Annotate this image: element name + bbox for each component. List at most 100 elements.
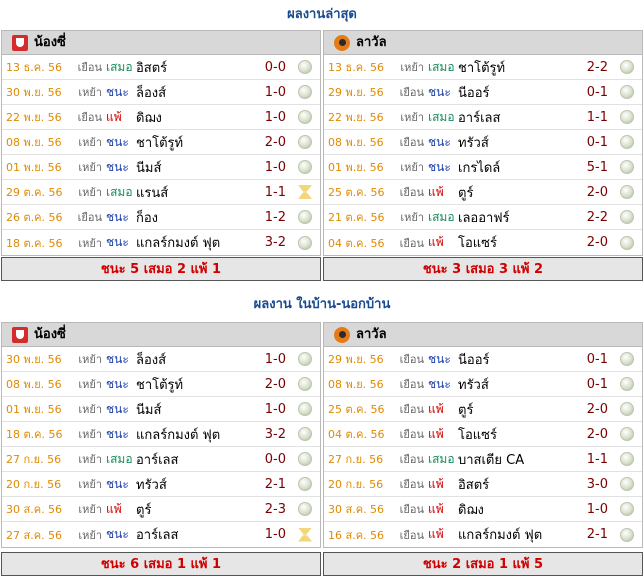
opponent-name[interactable]: นีมส์ (136, 399, 252, 420)
ball-icon[interactable] (620, 210, 634, 224)
match-score[interactable]: 2-0 (252, 135, 298, 150)
team-name[interactable]: น้องซี่ (34, 323, 66, 347)
opponent-name[interactable]: อาร์เลส (136, 449, 252, 470)
ball-icon[interactable] (298, 85, 312, 99)
match-score[interactable]: 3-2 (252, 427, 298, 442)
ball-icon[interactable] (620, 110, 634, 124)
opponent-name[interactable]: อาร์เลส (136, 524, 252, 545)
ball-icon[interactable] (620, 402, 634, 416)
ball-icon[interactable] (620, 377, 634, 391)
match-score[interactable]: 0-1 (574, 352, 620, 367)
ball-icon[interactable] (298, 160, 312, 174)
ball-icon[interactable] (620, 527, 634, 542)
opponent-name[interactable]: แกลร์กมงต์ ฟุต (458, 524, 574, 545)
ball-icon[interactable] (620, 235, 634, 250)
ball-icon[interactable] (620, 352, 634, 366)
ball-icon[interactable] (620, 502, 634, 516)
team-name[interactable]: ลาวัล (356, 323, 387, 347)
match-score[interactable]: 5-1 (574, 160, 620, 175)
opponent-name[interactable]: ตูร์ (136, 499, 252, 520)
ball-icon[interactable] (620, 135, 634, 149)
opponent-name[interactable]: นีมส์ (136, 157, 252, 178)
ball-icon[interactable] (620, 160, 634, 174)
opponent-name[interactable]: ดิฌง (458, 499, 574, 520)
opponent-name[interactable]: นีออร์ (458, 349, 574, 370)
match-score[interactable]: 2-0 (574, 185, 620, 200)
match-score[interactable]: 1-0 (252, 160, 298, 175)
opponent-name[interactable]: โอแซร์ (458, 424, 574, 445)
opponent-name[interactable]: ทรัวส์ (136, 474, 252, 495)
match-score[interactable]: 1-1 (574, 110, 620, 125)
match-score[interactable]: 2-2 (574, 60, 620, 75)
opponent-name[interactable]: บาสเตีย CA (458, 449, 574, 470)
match-score[interactable]: 0-0 (252, 60, 298, 75)
opponent-name[interactable]: ชาโต้รูท์ (136, 132, 252, 153)
ball-icon[interactable] (298, 502, 312, 516)
hourglass-icon[interactable] (298, 185, 312, 199)
team-name[interactable]: น้องซี่ (34, 31, 66, 55)
opponent-name[interactable]: ล็องส์ (136, 349, 252, 370)
match-score[interactable]: 2-3 (252, 502, 298, 517)
opponent-name[interactable]: แกลร์กมงต์ ฟุต (136, 424, 252, 445)
opponent-name[interactable]: ทรัวส์ (458, 132, 574, 153)
match-score[interactable]: 1-0 (252, 110, 298, 125)
opponent-name[interactable]: อิสตร์ (458, 474, 574, 495)
ball-icon[interactable] (298, 110, 312, 124)
match-score[interactable]: 1-0 (252, 85, 298, 100)
ball-icon[interactable] (620, 85, 634, 99)
ball-icon[interactable] (298, 352, 312, 366)
ball-icon[interactable] (298, 452, 312, 466)
match-score[interactable]: 2-2 (574, 210, 620, 225)
opponent-name[interactable]: แกลร์กมงต์ ฟุต (136, 232, 252, 253)
opponent-name[interactable]: อิสตร์ (136, 57, 252, 78)
ball-icon[interactable] (620, 452, 634, 466)
hourglass-icon[interactable] (298, 527, 312, 542)
opponent-name[interactable]: ตูร์ (458, 182, 574, 203)
match-score[interactable]: 0-0 (252, 452, 298, 467)
match-score[interactable]: 3-2 (252, 235, 298, 250)
ball-icon[interactable] (298, 60, 312, 74)
opponent-name[interactable]: ก็อง (136, 207, 252, 228)
opponent-name[interactable]: ชาโต้รูท์ (136, 374, 252, 395)
ball-icon[interactable] (298, 235, 312, 250)
opponent-name[interactable]: นีออร์ (458, 82, 574, 103)
opponent-name[interactable]: ตูร์ (458, 399, 574, 420)
opponent-name[interactable]: เลออาฟร์ (458, 207, 574, 228)
ball-icon[interactable] (620, 427, 634, 441)
match-score[interactable]: 2-0 (252, 377, 298, 392)
ball-icon[interactable] (298, 210, 312, 224)
match-score[interactable]: 2-1 (574, 527, 620, 542)
opponent-name[interactable]: เกรไดล์ (458, 157, 574, 178)
match-score[interactable]: 2-0 (574, 235, 620, 250)
match-score[interactable]: 0-1 (574, 135, 620, 150)
match-score[interactable]: 1-0 (252, 527, 298, 542)
opponent-name[interactable]: ดิฌง (136, 107, 252, 128)
opponent-name[interactable]: โอแซร์ (458, 232, 574, 253)
ball-icon[interactable] (298, 135, 312, 149)
ball-icon[interactable] (620, 60, 634, 74)
match-score[interactable]: 2-0 (574, 402, 620, 417)
match-score[interactable]: 2-0 (574, 427, 620, 442)
ball-icon[interactable] (298, 427, 312, 441)
match-score[interactable]: 1-0 (574, 502, 620, 517)
match-score[interactable]: 1-2 (252, 210, 298, 225)
opponent-name[interactable]: ทรัวส์ (458, 374, 574, 395)
opponent-name[interactable]: ชาโต้รูท์ (458, 57, 574, 78)
match-score[interactable]: 1-1 (574, 452, 620, 467)
ball-icon[interactable] (620, 185, 634, 199)
ball-icon[interactable] (298, 402, 312, 416)
ball-icon[interactable] (298, 477, 312, 491)
ball-icon[interactable] (298, 377, 312, 391)
match-score[interactable]: 2-1 (252, 477, 298, 492)
team-name[interactable]: ลาวัล (356, 31, 387, 55)
match-score[interactable]: 0-1 (574, 377, 620, 392)
match-score[interactable]: 1-0 (252, 402, 298, 417)
match-score[interactable]: 1-0 (252, 352, 298, 367)
ball-icon[interactable] (620, 477, 634, 491)
match-score[interactable]: 3-0 (574, 477, 620, 492)
opponent-name[interactable]: อาร์เลส (458, 107, 574, 128)
opponent-name[interactable]: ล็องส์ (136, 82, 252, 103)
opponent-name[interactable]: แรนส์ (136, 182, 252, 203)
match-score[interactable]: 0-1 (574, 85, 620, 100)
match-score[interactable]: 1-1 (252, 185, 298, 200)
